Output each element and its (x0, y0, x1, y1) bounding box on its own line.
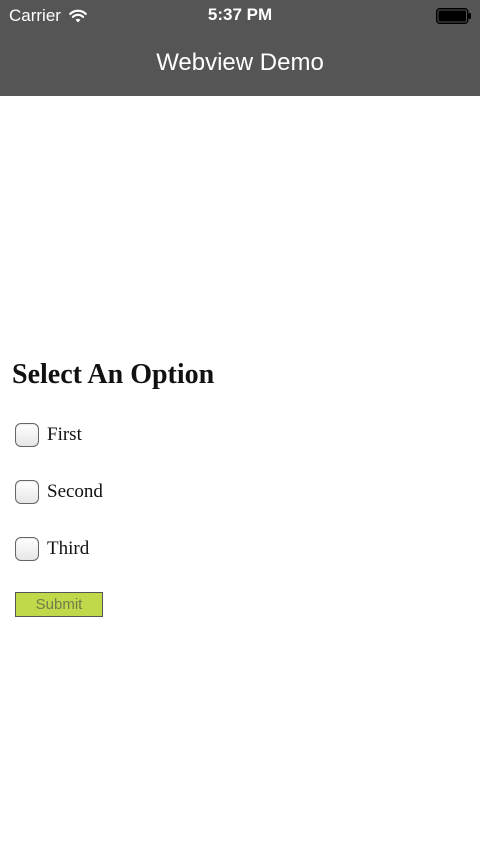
option-third[interactable]: Third (15, 537, 89, 561)
checkbox-second[interactable] (15, 480, 39, 504)
form-heading: Select An Option (12, 359, 215, 390)
option-label: First (47, 424, 82, 445)
webview-content: Select An Option First Second Third Subm… (0, 96, 480, 852)
status-bar: Carrier 5:37 PM (0, 0, 480, 32)
checkbox-third[interactable] (15, 537, 39, 561)
submit-button[interactable]: Submit (15, 592, 103, 617)
battery-full-icon (436, 8, 471, 24)
option-label: Second (47, 481, 103, 502)
checkbox-first[interactable] (15, 423, 39, 447)
app-header: Carrier 5:37 PM Webview Demo (0, 0, 480, 96)
option-label: Third (47, 538, 90, 559)
option-second[interactable]: Second (15, 480, 103, 504)
option-first[interactable]: First (15, 423, 82, 447)
page-title: Webview Demo (156, 49, 324, 76)
status-time: 5:37 PM (207, 5, 273, 24)
